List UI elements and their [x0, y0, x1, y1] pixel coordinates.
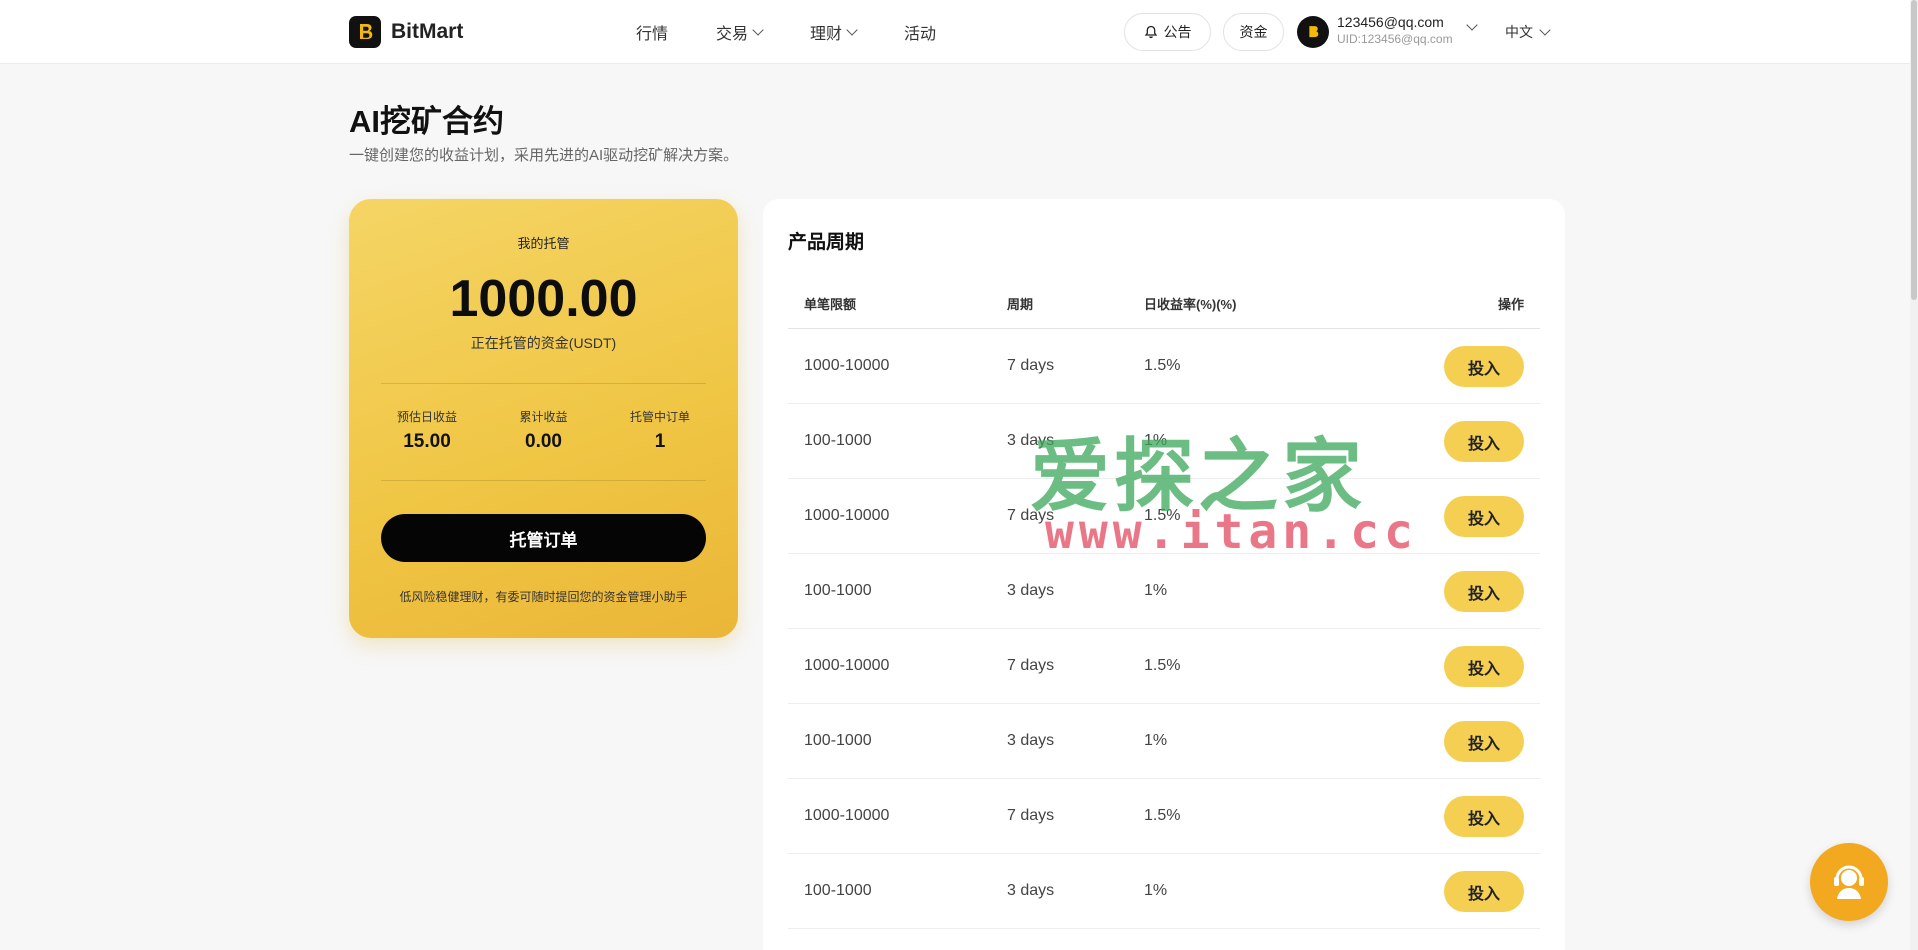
- cell-period: 7 days: [1007, 657, 1055, 674]
- product-panel: 产品周期 单笔限额 周期 日收益率(%)(%) 操作 1000-10000 7 …: [763, 199, 1565, 950]
- divider: [381, 480, 706, 481]
- funds-button[interactable]: 资金: [1223, 13, 1284, 51]
- page-subtitle: 一键创建您的收益计划，采用先进的AI驱动挖矿解决方案。: [349, 147, 739, 164]
- brand-logo[interactable]: BitMart: [349, 16, 463, 48]
- custody-card: 我的托管 1000.00 正在托管的资金(USDT) 预估日收益 15.00 累…: [349, 199, 738, 638]
- divider: [381, 383, 706, 384]
- bell-icon: [1144, 25, 1157, 39]
- main-nav: 行情 交易 理财 活动: [636, 20, 984, 44]
- stat-value: 1: [654, 431, 666, 452]
- invest-button[interactable]: 投入: [1444, 721, 1524, 762]
- nav-item-finance[interactable]: 理财: [810, 20, 858, 44]
- invest-button[interactable]: 投入: [1444, 871, 1524, 912]
- page-title: AI挖矿合约: [349, 104, 504, 139]
- stat-est-daily: 预估日收益 15.00: [369, 408, 485, 453]
- cell-period: 7 days: [1007, 807, 1055, 824]
- column-header-action: 操作: [1497, 297, 1524, 312]
- cell-period: 7 days: [1007, 357, 1055, 374]
- cell-limit: 100-1000: [804, 582, 872, 599]
- nav-label: 交易: [716, 26, 749, 43]
- cell-limit: 1000-10000: [804, 657, 890, 674]
- stat-label: 托管中订单: [629, 410, 690, 424]
- custody-note: 低风险稳健理财，有委可随时提回您的资金管理小助手: [399, 590, 688, 604]
- table-row: 1000-10000 7 days 1.5% 投入: [788, 329, 1540, 404]
- top-navbar: BitMart 行情 交易 理财 活动 公告 资金 123456@qq.com …: [0, 0, 1918, 64]
- customer-service-icon: [1834, 865, 1864, 899]
- cell-rate: 1%: [1144, 582, 1168, 599]
- cell-limit: 100-1000: [804, 432, 872, 449]
- invest-button[interactable]: 投入: [1444, 346, 1524, 387]
- column-header-period: 周期: [1007, 297, 1034, 312]
- chevron-down-icon: [1539, 23, 1551, 36]
- invest-button[interactable]: 投入: [1444, 646, 1524, 687]
- table-row: 100-1000 3 days 1% 投入: [788, 854, 1540, 929]
- stat-label: 预估日收益: [396, 410, 457, 424]
- table-row: 100-1000 3 days 1% 投入: [788, 704, 1540, 779]
- language-selector[interactable]: 中文: [1505, 22, 1551, 42]
- user-menu[interactable]: 123456@qq.com UID:123456@qq.com: [1337, 14, 1453, 46]
- notice-button[interactable]: 公告: [1124, 13, 1211, 51]
- avatar[interactable]: [1297, 16, 1329, 48]
- nav-label: 理财: [810, 26, 843, 43]
- stat-value: 0.00: [525, 431, 562, 452]
- watermark-url: www.itan.cc: [1045, 504, 1418, 560]
- funds-label: 资金: [1239, 24, 1268, 40]
- stat-active-orders: 托管中订单 1: [602, 408, 718, 453]
- table-row: 1000-10000 7 days 1.5% 投入: [788, 779, 1540, 854]
- stat-label: 累计收益: [519, 410, 568, 424]
- user-uid: UID:123456@qq.com: [1337, 32, 1453, 46]
- column-header-limit: 单笔限额: [804, 297, 857, 312]
- stat-cumulative: 累计收益 0.00: [486, 408, 602, 453]
- cell-rate: 1%: [1144, 732, 1168, 749]
- invest-button[interactable]: 投入: [1444, 796, 1524, 837]
- cell-rate: 1.5%: [1144, 357, 1181, 374]
- nav-item-activity[interactable]: 活动: [904, 20, 936, 44]
- nav-item-trade[interactable]: 交易: [716, 20, 764, 44]
- cell-limit: 1000-10000: [804, 807, 890, 824]
- cell-rate: 1%: [1144, 882, 1168, 899]
- language-label: 中文: [1505, 24, 1533, 40]
- nav-label: 行情: [636, 26, 669, 43]
- table-row: 1000-10000 7 days 1.5% 投入: [788, 629, 1540, 704]
- chevron-down-icon: [752, 23, 764, 36]
- table-row: 100-1000 3 days 1% 投入: [788, 554, 1540, 629]
- chevron-down-icon[interactable]: [1466, 19, 1478, 31]
- custody-amount: 1000.00: [449, 270, 638, 328]
- scrollbar-thumb[interactable]: [1911, 0, 1917, 300]
- watermark: 爱探之家 www.itan.cc: [975, 412, 1485, 562]
- custody-stats: 预估日收益 15.00 累计收益 0.00 托管中订单 1: [369, 408, 718, 453]
- chevron-down-icon: [846, 23, 858, 36]
- invest-button[interactable]: 投入: [1444, 571, 1524, 612]
- cell-limit: 100-1000: [804, 732, 872, 749]
- notice-label: 公告: [1163, 24, 1192, 40]
- user-email: 123456@qq.com: [1337, 14, 1444, 30]
- table-header: 单笔限额 周期 日收益率(%)(%) 操作: [788, 279, 1540, 329]
- custody-label: 我的托管: [517, 236, 570, 251]
- cell-rate: 1.5%: [1144, 657, 1181, 674]
- cell-period: 3 days: [1007, 732, 1055, 749]
- panel-title: 产品周期: [788, 232, 865, 253]
- cell-period: 3 days: [1007, 582, 1055, 599]
- cell-limit: 1000-10000: [804, 357, 890, 374]
- cell-limit: 1000-10000: [804, 507, 890, 524]
- column-header-rate: 日收益率(%)(%): [1144, 297, 1237, 312]
- brand-name: BitMart: [391, 20, 464, 43]
- cell-limit: 100-1000: [804, 882, 872, 899]
- custody-caption: 正在托管的资金(USDT): [470, 335, 617, 351]
- nav-item-market[interactable]: 行情: [636, 20, 668, 44]
- customer-service-button[interactable]: [1810, 843, 1888, 921]
- custody-orders-button[interactable]: 托管订单: [381, 514, 706, 562]
- nav-label: 活动: [904, 26, 937, 43]
- cell-period: 3 days: [1007, 882, 1055, 899]
- stat-value: 15.00: [403, 431, 451, 452]
- bitmart-logo-icon: [349, 16, 381, 48]
- cell-rate: 1.5%: [1144, 807, 1181, 824]
